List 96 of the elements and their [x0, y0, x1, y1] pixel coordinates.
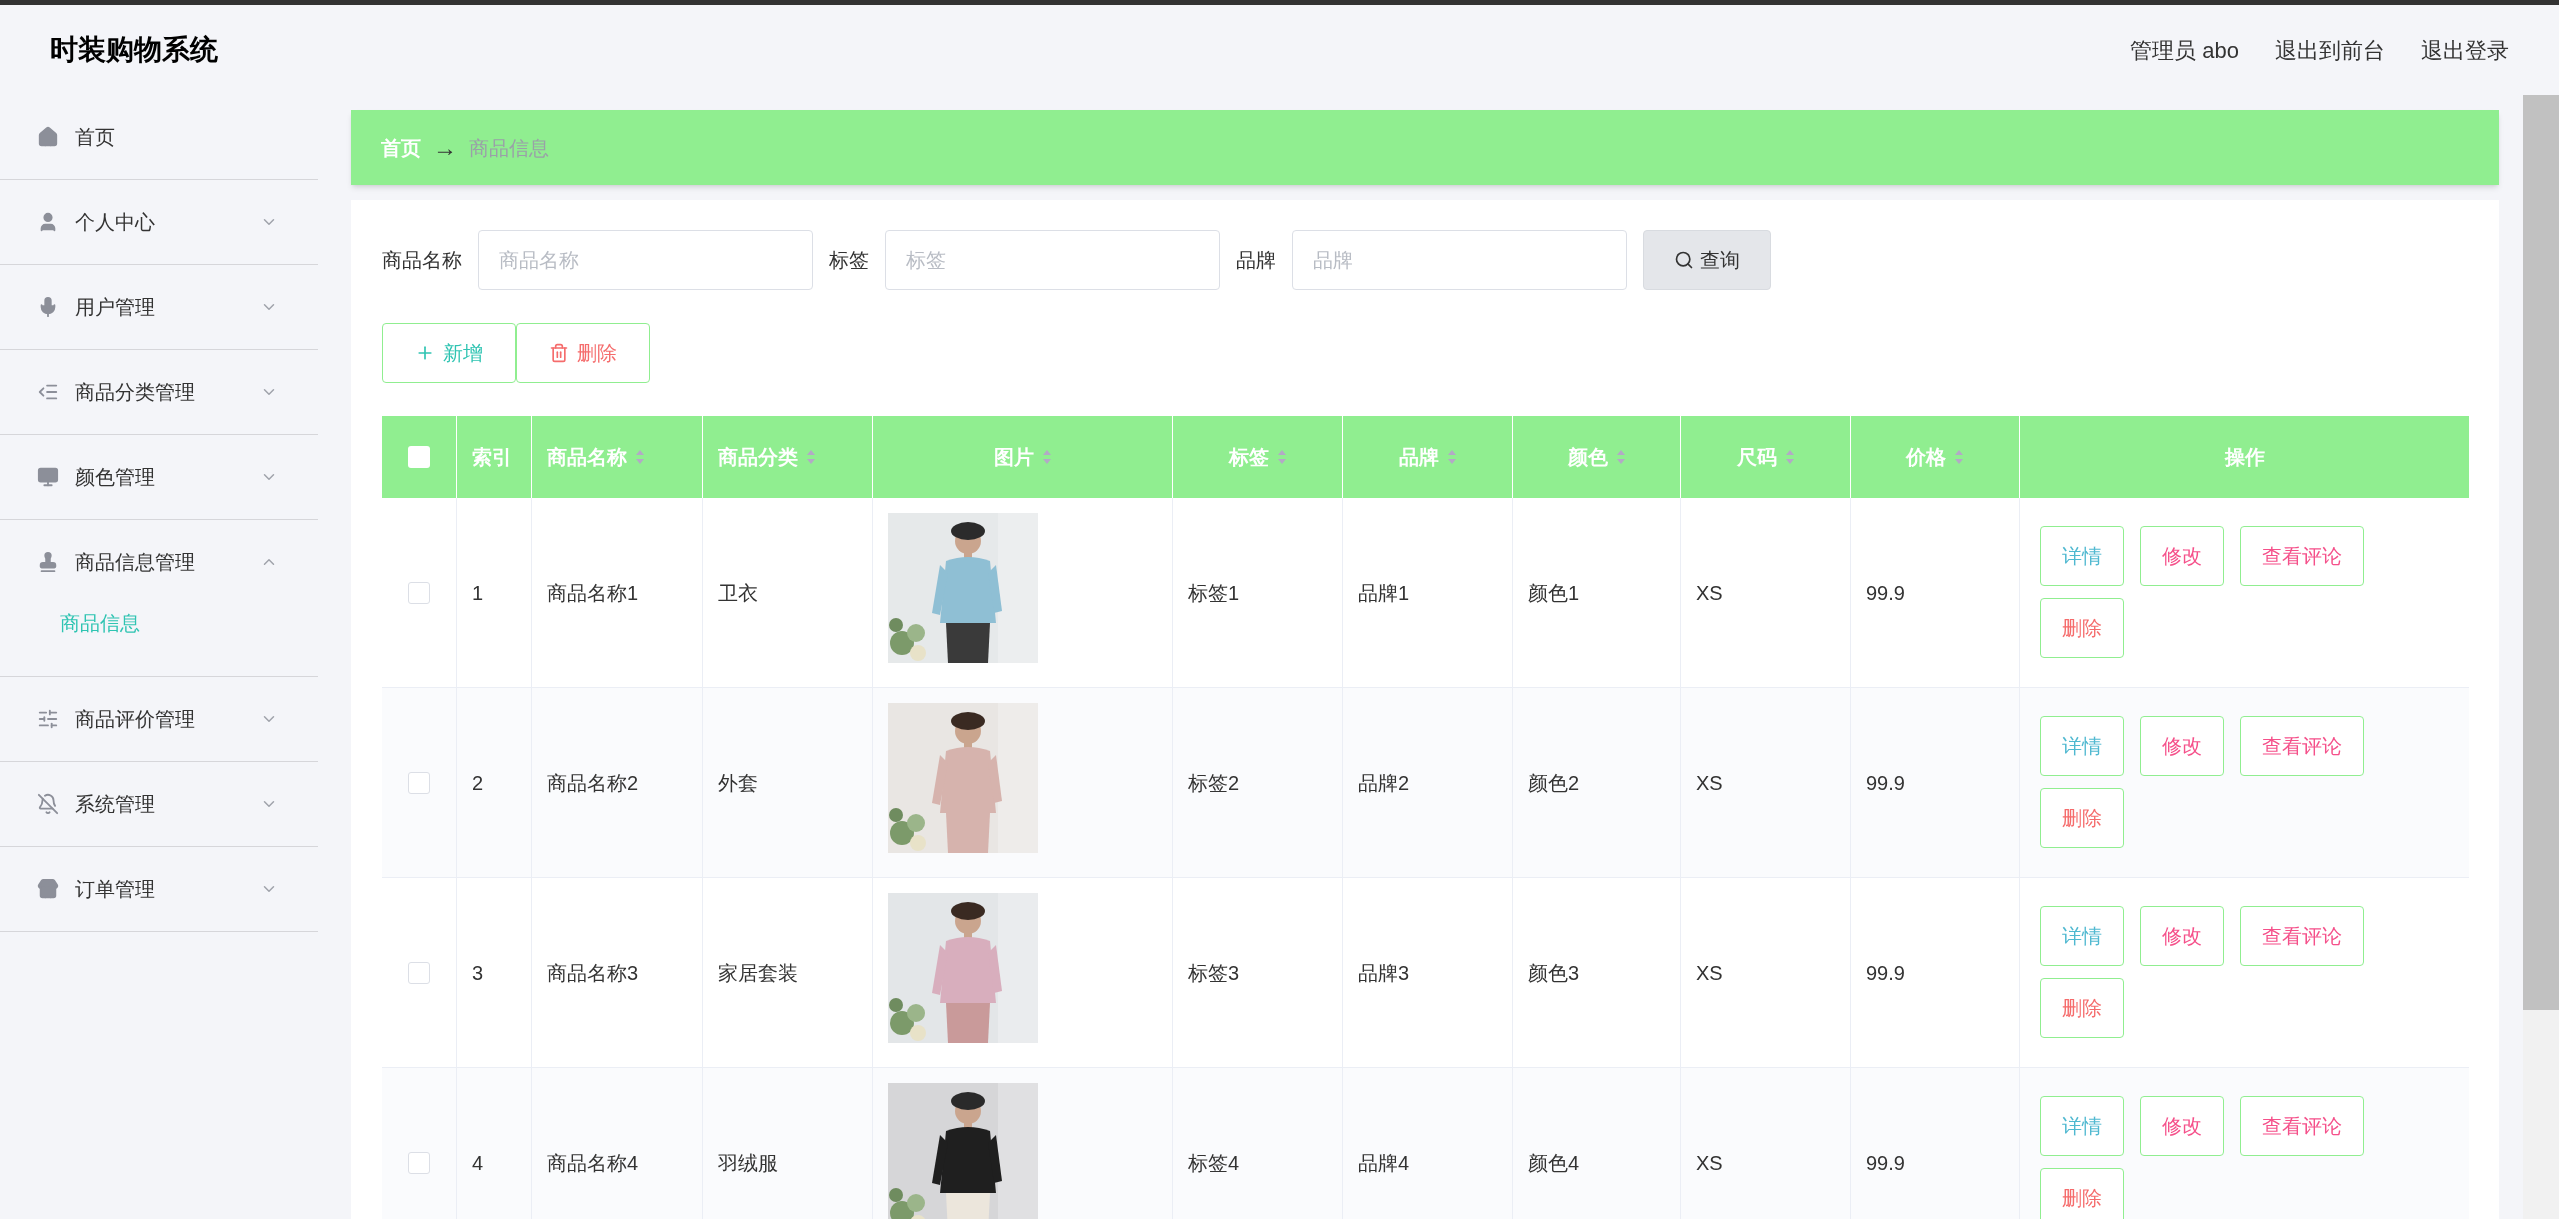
row-action-button[interactable]: 修改: [2140, 526, 2224, 586]
search-field[interactable]: 商品名称: [478, 230, 813, 290]
sort-icon[interactable]: [1041, 449, 1052, 465]
sort-icon[interactable]: [1784, 449, 1795, 465]
table-cell-text: XS: [1696, 770, 1723, 796]
row-action-button[interactable]: 删除: [2040, 1168, 2124, 1219]
sliders-icon: [37, 708, 59, 730]
field-label: 商品名称: [382, 248, 462, 273]
app-title: 时装购物系统: [50, 33, 218, 67]
table-cell-text: 羽绒服: [718, 1150, 778, 1176]
search-button[interactable]: 查询: [1643, 230, 1771, 290]
table-cell-text: 99.9: [1866, 960, 1905, 986]
table-cell-text: 标签1: [1188, 580, 1240, 606]
bell-off-icon: [37, 793, 59, 815]
table-cell-text: 99.9: [1866, 770, 1905, 796]
row-action-button[interactable]: 详情: [2040, 716, 2124, 776]
sidebar-item[interactable]: 商品信息管理: [0, 520, 318, 604]
sidebar-item[interactable]: 个人中心: [0, 180, 318, 264]
row-checkbox[interactable]: [408, 771, 430, 794]
row-action-button[interactable]: 查看评论: [2240, 526, 2364, 586]
header-link[interactable]: 退出登录: [2421, 33, 2509, 67]
sort-icon[interactable]: [806, 449, 816, 465]
table-cell-text: 颜色3: [1528, 960, 1580, 986]
table-cell-text: 2: [472, 770, 484, 796]
table-cell-text: 99.9: [1866, 580, 1905, 606]
table-cell-text: 颜色4: [1528, 1150, 1580, 1176]
table-cell-text: 颜色1: [1528, 580, 1580, 606]
table-cell-text: 卫衣: [718, 580, 758, 606]
row-action-button[interactable]: 查看评论: [2240, 716, 2364, 776]
sort-icon[interactable]: [1615, 449, 1626, 465]
table-cell-text: 标签4: [1188, 1150, 1240, 1176]
row-checkbox[interactable]: [408, 1151, 430, 1174]
stamp-icon: [37, 551, 59, 573]
table-cell-text: 商品名称2: [547, 770, 639, 796]
table-cell-text: 标签2: [1188, 770, 1240, 796]
user-name: 管理员 abo: [2130, 36, 2239, 65]
search-field[interactable]: 标签: [885, 230, 1220, 290]
field-label: 标签: [829, 248, 869, 273]
row-action-button[interactable]: 详情: [2040, 526, 2124, 586]
row-action-button[interactable]: 删除: [2040, 978, 2124, 1038]
row-action-button[interactable]: 删除: [2040, 788, 2124, 848]
row-action-button[interactable]: 详情: [2040, 1096, 2124, 1156]
table-cell-text: XS: [1696, 960, 1723, 986]
table-cell-text: 外套: [718, 770, 758, 796]
sort-icon[interactable]: [1954, 449, 1964, 465]
select-all-checkbox[interactable]: [408, 446, 430, 468]
table-cell-text: 商品名称4: [547, 1150, 639, 1176]
table-cell-text: XS: [1696, 1150, 1723, 1176]
scrollbar[interactable]: [2523, 95, 2559, 1219]
sidebar-item[interactable]: 商品分类管理: [0, 350, 318, 434]
delete-button[interactable]: 删除: [516, 323, 650, 383]
sidebar-item[interactable]: 系统管理: [0, 762, 318, 846]
breadcrumb-current: 商品信息: [469, 135, 549, 161]
row-action-button[interactable]: 修改: [2140, 716, 2224, 776]
row-action-button[interactable]: 查看评论: [2240, 1096, 2364, 1156]
row-action-button[interactable]: 修改: [2140, 1096, 2224, 1156]
table-cell-text: 99.9: [1866, 1150, 1905, 1176]
add-button[interactable]: 新增: [382, 323, 516, 383]
row-action-button[interactable]: 删除: [2040, 598, 2124, 658]
trash-icon: [549, 343, 569, 363]
table-cell-text: 商品名称3: [547, 960, 639, 986]
search-field[interactable]: 品牌: [1292, 230, 1627, 290]
table-cell-text: XS: [1696, 580, 1723, 606]
table-cell-text: 品牌1: [1358, 580, 1410, 606]
column-header: 操作: [2223, 445, 2266, 470]
row-checkbox[interactable]: [408, 581, 430, 604]
table-cell-text: 品牌2: [1358, 770, 1410, 796]
sidebar-item[interactable]: 商品评价管理: [0, 677, 318, 761]
table-cell-text: 颜色2: [1528, 770, 1580, 796]
table-cell-text: 4: [472, 1150, 484, 1176]
row-action-button[interactable]: 查看评论: [2240, 906, 2364, 966]
submenu-item[interactable]: 商品信息: [0, 604, 318, 676]
sidebar-item[interactable]: 颜色管理: [0, 435, 318, 519]
table-cell-text: 家居套装: [718, 960, 798, 986]
breadcrumb-separator: →: [433, 132, 457, 163]
table-cell-text: 1: [472, 580, 484, 606]
sort-icon[interactable]: [1276, 449, 1287, 465]
header-link[interactable]: 退出到前台: [2275, 33, 2385, 67]
home-icon: [37, 126, 59, 148]
sidebar-item[interactable]: 首页: [0, 95, 318, 179]
row-action-button[interactable]: 修改: [2140, 906, 2224, 966]
table-cell-text: 3: [472, 960, 484, 986]
field-label: 品牌: [1236, 248, 1276, 273]
monitor-icon: [37, 466, 59, 488]
row-checkbox[interactable]: [408, 961, 430, 984]
table-cell-text: 商品名称1: [547, 580, 639, 606]
store-icon: [37, 878, 59, 900]
table-cell-text: 品牌4: [1358, 1150, 1410, 1176]
search-icon: [1674, 250, 1694, 270]
row-action-button[interactable]: 详情: [2040, 906, 2124, 966]
sort-icon[interactable]: [635, 449, 645, 465]
table-cell-text: 品牌3: [1358, 960, 1410, 986]
table-cell-text: 标签3: [1188, 960, 1240, 986]
sidebar-item[interactable]: 用户管理: [0, 265, 318, 349]
sort-icon[interactable]: [1446, 449, 1457, 465]
sidebar-item[interactable]: 订单管理: [0, 847, 318, 931]
